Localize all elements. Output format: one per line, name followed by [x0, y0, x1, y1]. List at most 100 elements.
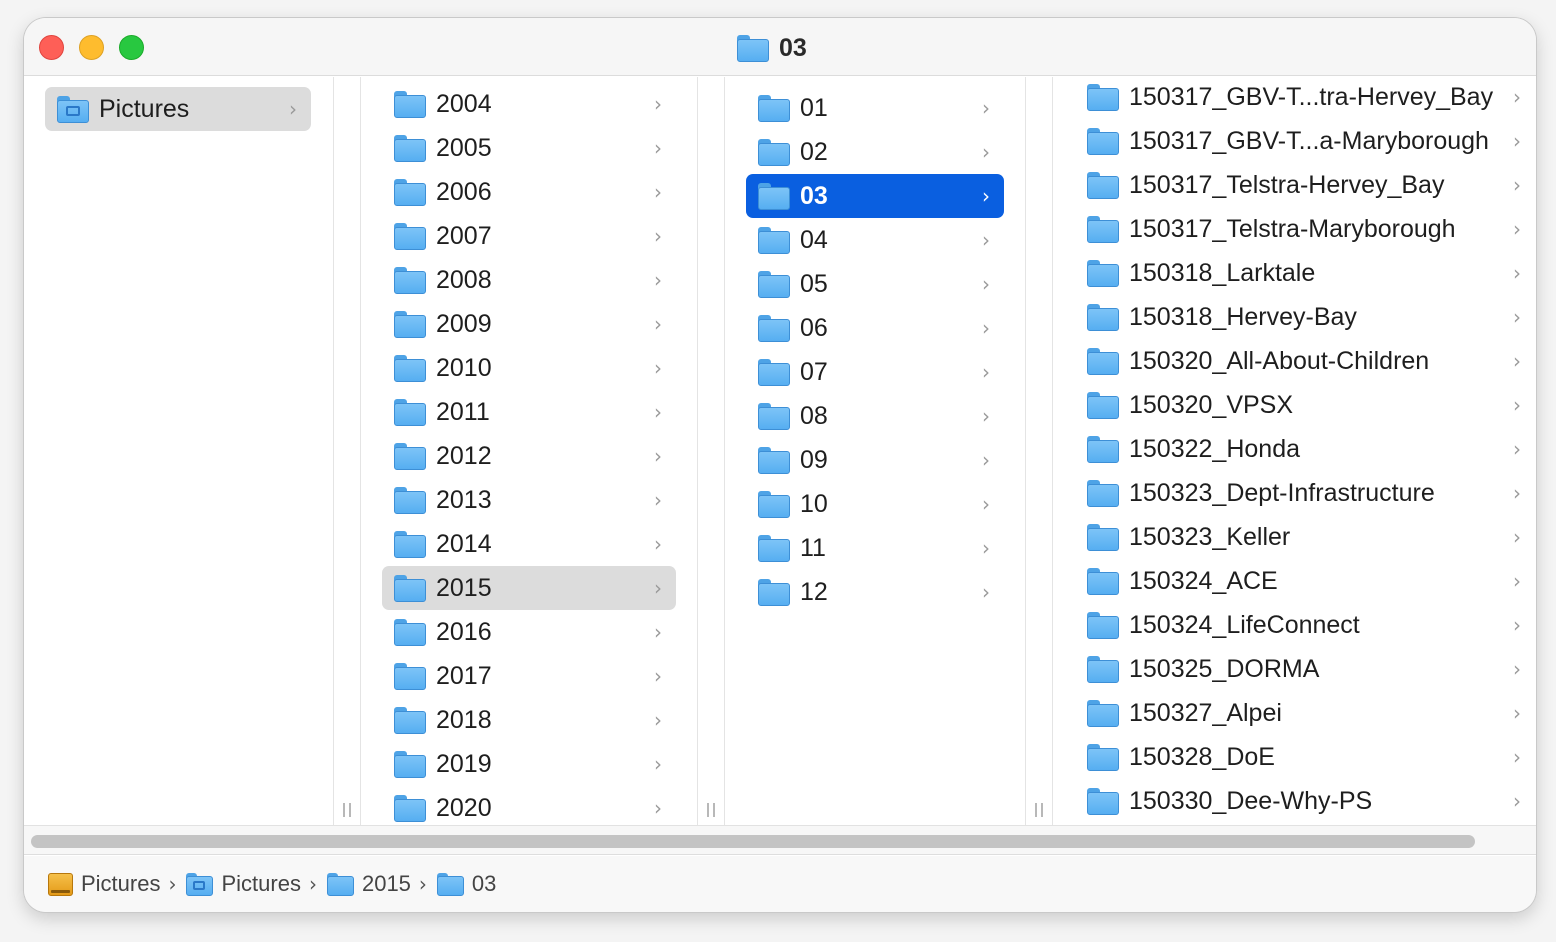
chevron-right-icon: › [1513, 789, 1521, 813]
path-crumb[interactable]: 2015 [326, 871, 411, 897]
folder-row[interactable]: 150318_Larktale › [1075, 251, 1535, 295]
folder-row[interactable]: 2009 › [382, 302, 676, 346]
folder-row[interactable]: 150317_GBV-T...a-Maryborough › [1075, 119, 1535, 163]
folder-row[interactable]: 02 › [746, 130, 1004, 174]
folder-row[interactable]: 01 › [746, 86, 1004, 130]
path-crumb[interactable]: Pictures [48, 871, 160, 897]
folder-row[interactable]: 150323_Dept-Infrastructure › [1075, 471, 1535, 515]
folder-icon [1087, 787, 1119, 815]
horizontal-scrollbar-thumb[interactable] [31, 835, 1475, 848]
folder-name: 150323_Dept-Infrastructure [1129, 478, 1435, 507]
folder-row[interactable]: 150318_Hervey-Bay › [1075, 295, 1535, 339]
folder-icon [758, 578, 790, 606]
folder-name: 150325_DORMA [1129, 654, 1320, 683]
folder-row[interactable]: 150317_Telstra-Maryborough › [1075, 207, 1535, 251]
titlebar[interactable]: 03 [24, 18, 1536, 76]
folder-row[interactable]: 2019 › [382, 742, 676, 786]
folder-row[interactable]: 2013 › [382, 478, 676, 522]
column-resize-handle-icon[interactable] [1035, 803, 1043, 817]
column-divider[interactable] [697, 77, 725, 825]
column-4[interactable]: 150317_GBV-T...tra-Hervey_Bay › 150317_GBV… [1054, 77, 1536, 825]
column-1[interactable]: Pictures › [24, 77, 334, 825]
column-resize-handle-icon[interactable] [707, 803, 715, 817]
folder-row[interactable]: 05 › [746, 262, 1004, 306]
chevron-right-icon: › [1513, 657, 1521, 681]
folder-row[interactable]: 2015 › [382, 566, 676, 610]
folder-name: 2007 [436, 221, 492, 250]
folder-name: 2014 [436, 529, 492, 558]
column-3[interactable]: 01 › 02 › 03 › 04 › 05 › 06 › 07 › 08 › 09 › 10 › 11 › 12 › [725, 77, 1025, 825]
folder-row[interactable]: Pictures › [45, 87, 311, 131]
chevron-right-icon: › [1513, 613, 1521, 637]
chevron-right-icon: › [654, 356, 662, 380]
folder-icon [758, 314, 790, 342]
folder-row[interactable]: 150328_DoE › [1075, 735, 1535, 779]
folder-row[interactable]: 2012 › [382, 434, 676, 478]
folder-icon [1087, 479, 1119, 507]
close-window-button[interactable] [39, 35, 64, 60]
folder-row[interactable]: 150317_Telstra-Hervey_Bay › [1075, 163, 1535, 207]
folder-row[interactable]: 150322_Honda › [1075, 427, 1535, 471]
folder-row[interactable]: 03 › [746, 174, 1004, 218]
folder-icon [326, 872, 354, 896]
folder-row[interactable]: 04 › [746, 218, 1004, 262]
folder-name: 04 [800, 225, 828, 254]
folder-row[interactable]: 2006 › [382, 170, 676, 214]
folder-name: 2010 [436, 353, 492, 382]
chevron-right-icon: › [654, 400, 662, 424]
chevron-right-icon: › [982, 316, 990, 340]
folder-name: 06 [800, 313, 828, 342]
path-crumb-label: Pictures [81, 871, 161, 896]
folder-row[interactable]: 12 › [746, 570, 1004, 614]
folder-name: 150320_VPSX [1129, 390, 1294, 419]
folder-row[interactable]: 2010 › [382, 346, 676, 390]
folder-row[interactable]: 150320_All-About-Children › [1075, 339, 1535, 383]
folder-row[interactable]: 08 › [746, 394, 1004, 438]
folder-row[interactable]: 150324_LifeConnect › [1075, 603, 1535, 647]
drive-icon [48, 872, 73, 896]
folder-icon [1087, 83, 1119, 111]
folder-row[interactable]: 07 › [746, 350, 1004, 394]
folder-row[interactable]: 2018 › [382, 698, 676, 742]
folder-row[interactable]: 150325_DORMA › [1075, 647, 1535, 691]
chevron-right-icon: › [654, 92, 662, 116]
column-resize-handle-icon[interactable] [343, 803, 351, 817]
folder-icon [394, 442, 426, 470]
folder-row[interactable]: 150323_Keller › [1075, 515, 1535, 559]
column-divider[interactable] [333, 77, 361, 825]
horizontal-scrollbar[interactable] [24, 825, 1536, 855]
folder-name: 10 [800, 489, 828, 518]
folder-row[interactable]: 10 › [746, 482, 1004, 526]
column-divider[interactable] [1025, 77, 1053, 825]
folder-row[interactable]: 2020 › [382, 786, 676, 825]
folder-row[interactable]: 2008 › [382, 258, 676, 302]
chevron-right-icon: › [289, 97, 297, 121]
folder-row[interactable]: 09 › [746, 438, 1004, 482]
chevron-right-icon: › [1513, 173, 1521, 197]
folder-row[interactable]: 150324_ACE › [1075, 559, 1535, 603]
folder-name: 2008 [436, 265, 492, 294]
column-2[interactable]: 2004 › 2005 › 2006 › 2007 › 2008 › 2009 › 2010 › 2011 ›… [361, 77, 697, 825]
folder-name: 150317_Telstra-Maryborough [1129, 214, 1456, 243]
folder-row[interactable]: 2004 › [382, 82, 676, 126]
folder-row[interactable]: 150330_Dee-Why-PS › [1075, 779, 1535, 823]
folder-row[interactable]: 2014 › [382, 522, 676, 566]
folder-row[interactable]: 2007 › [382, 214, 676, 258]
folder-name: 150320_All-About-Children [1129, 346, 1430, 375]
folder-row[interactable]: 2017 › [382, 654, 676, 698]
folder-row[interactable]: 06 › [746, 306, 1004, 350]
folder-row[interactable]: 11 › [746, 526, 1004, 570]
folder-row[interactable]: 2011 › [382, 390, 676, 434]
folder-icon [394, 90, 426, 118]
folder-row[interactable]: 150320_VPSX › [1075, 383, 1535, 427]
folder-name: 2013 [436, 485, 492, 514]
folder-row[interactable]: 150317_GBV-T...tra-Hervey_Bay › [1075, 77, 1535, 119]
path-crumb[interactable]: 03 [436, 871, 496, 897]
folder-row[interactable]: 2016 › [382, 610, 676, 654]
folder-row[interactable]: 2005 › [382, 126, 676, 170]
folder-row[interactable]: 150327_Alpei › [1075, 691, 1535, 735]
column-browser: Pictures › 2004 › 2005 › 2006 › 2007 › 2008 › 2009 ›… [24, 77, 1536, 825]
minimize-window-button[interactable] [79, 35, 104, 60]
path-crumb[interactable]: Pictures [186, 871, 301, 897]
zoom-window-button[interactable] [119, 35, 144, 60]
